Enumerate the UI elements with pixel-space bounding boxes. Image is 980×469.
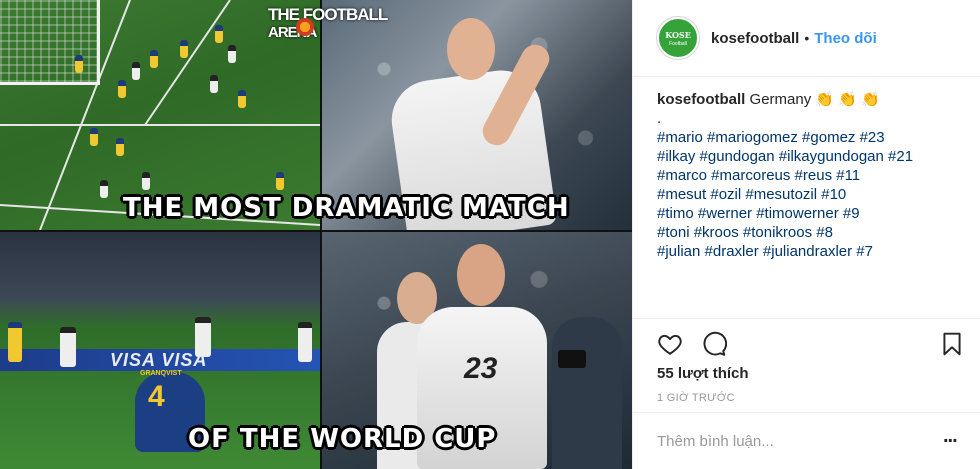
- player-figure: [195, 317, 211, 357]
- player-figure: [238, 90, 246, 108]
- follow-button[interactable]: Theo dõi: [814, 30, 877, 47]
- photographer: [552, 317, 622, 469]
- logo-line-2: ARENA: [268, 24, 317, 41]
- player-figure: [60, 327, 76, 367]
- avatar-text: KOSE: [665, 29, 691, 40]
- player-figure: [180, 40, 188, 58]
- hashtag-line[interactable]: #mario #mariogomez #gomez #23: [657, 128, 967, 147]
- goal-net: [0, 0, 100, 85]
- player-head: [447, 18, 495, 80]
- player-figure: [116, 138, 124, 156]
- player-figure: [8, 322, 22, 362]
- ball-icon: [296, 18, 314, 36]
- player-head: [457, 244, 505, 306]
- meme-caption-bottom: OF THE WORLD CUP: [188, 424, 497, 454]
- player-figure: [150, 50, 158, 68]
- add-comment-section: ...: [633, 412, 980, 469]
- post-header: KOSE Football kosefootball • Theo dõi: [633, 0, 980, 77]
- hashtag-line[interactable]: #timo #werner #timowerner #9: [657, 204, 967, 223]
- shirt-number: 23: [464, 352, 498, 385]
- bookmark-outline-icon[interactable]: [939, 331, 965, 357]
- shirt-name: GRANQVIST: [140, 370, 182, 377]
- logo-line-1: THE FOOTBALL: [268, 5, 388, 24]
- action-bar: [657, 331, 967, 357]
- likes-count[interactable]: 55 lượt thích: [657, 365, 749, 382]
- caption-text: Germany 👏 👏 👏: [749, 91, 880, 108]
- instagram-post: VISA VISA GRANQVIST 4 23 THE FOOTBALL AR…: [0, 0, 980, 469]
- football-arena-logo: THE FOOTBALL ARENA: [268, 5, 388, 42]
- header-username[interactable]: kosefootball: [711, 30, 799, 47]
- player-figure: [276, 172, 284, 190]
- speech-bubble-icon[interactable]: [701, 331, 727, 357]
- avatar[interactable]: KOSE Football: [657, 17, 699, 59]
- caption-dot: .: [657, 110, 662, 127]
- heart-outline-icon[interactable]: [657, 331, 683, 357]
- player-figure: [90, 128, 98, 146]
- more-options-button[interactable]: ...: [943, 425, 958, 448]
- comment-input[interactable]: [657, 429, 927, 453]
- player-figure: [75, 55, 83, 73]
- player-figure: [142, 172, 150, 190]
- player-figure: [228, 45, 236, 63]
- caption-line: kosefootball Germany 👏 👏 👏: [657, 90, 967, 109]
- player-figure: [100, 180, 108, 198]
- camera-icon: [558, 350, 586, 368]
- meme-caption-top: THE MOST DRAMATIC MATCH: [123, 193, 570, 223]
- hashtag-line[interactable]: #ilkay #gundogan #ilkaygundogan #21: [657, 147, 967, 166]
- board-text: VISA VISA: [110, 350, 208, 370]
- post-image[interactable]: VISA VISA GRANQVIST 4 23 THE FOOTBALL AR…: [0, 0, 632, 469]
- shirt-number: 4: [148, 380, 165, 413]
- avatar-subtext: Football: [669, 40, 687, 47]
- player-figure: [215, 25, 223, 43]
- caption-username[interactable]: kosefootball: [657, 91, 745, 108]
- hashtag-line[interactable]: #toni #kroos #tonikroos #8: [657, 223, 967, 242]
- hashtag-line[interactable]: #marco #marcoreus #reus #11: [657, 166, 967, 185]
- post-sidebar: KOSE Football kosefootball • Theo dõi ko…: [632, 0, 980, 469]
- player-figure: [118, 80, 126, 98]
- player-figure: [298, 322, 312, 362]
- caption-block: kosefootball Germany 👏 👏 👏 . #mario #mar…: [657, 90, 967, 261]
- post-timestamp[interactable]: 1 GIỜ TRƯỚC: [657, 392, 735, 404]
- hashtag-line[interactable]: #mesut #ozil #mesutozil #10: [657, 185, 967, 204]
- player-figure: [132, 62, 140, 80]
- actions-section: 55 lượt thích 1 GIỜ TRƯỚC: [633, 318, 980, 404]
- separator-dot: •: [804, 30, 810, 46]
- hashtag-line[interactable]: #julian #draxler #juliandraxler #7: [657, 242, 967, 261]
- player-figure: [210, 75, 218, 93]
